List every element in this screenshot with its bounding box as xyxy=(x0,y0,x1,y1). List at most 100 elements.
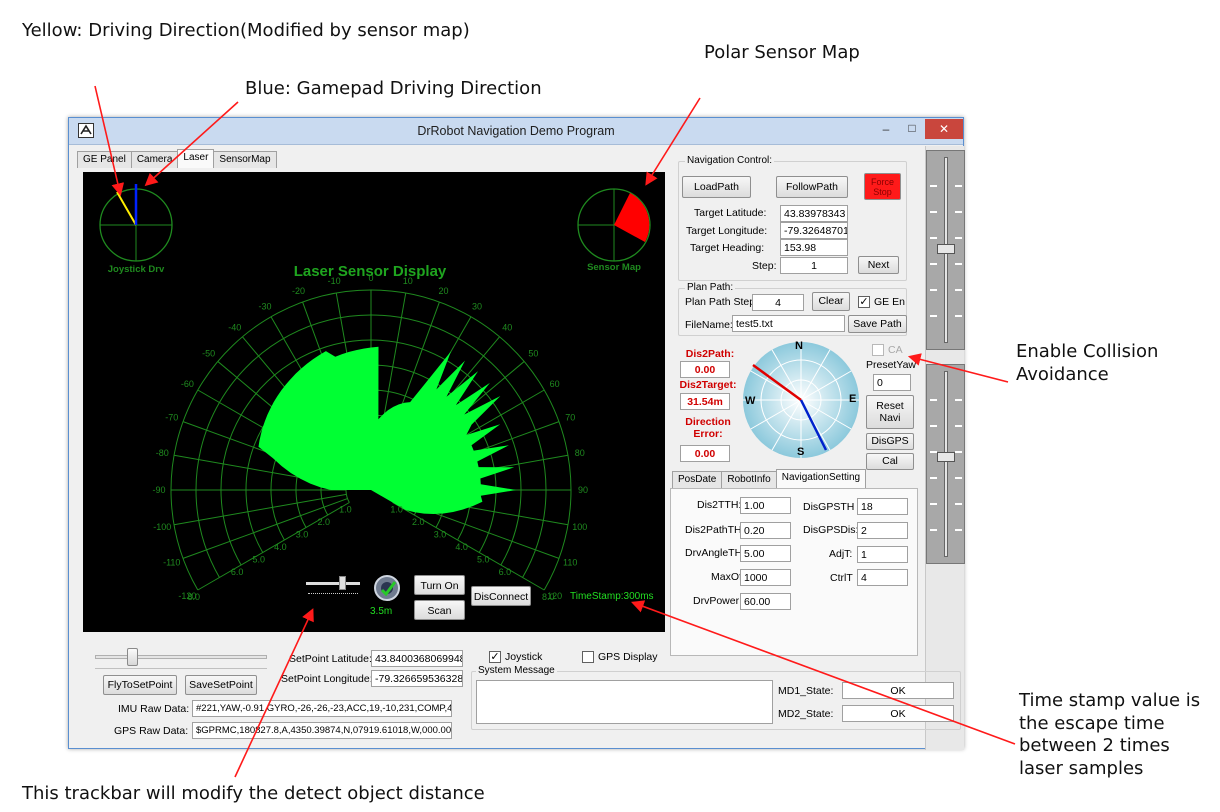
step-label: Step: xyxy=(752,260,777,272)
minimize-button[interactable]: – xyxy=(875,122,897,138)
setting-field-disgpsth[interactable]: 18 xyxy=(857,498,908,515)
distance-label: 6.0 xyxy=(231,567,244,577)
save-setpoint-button[interactable]: SaveSetPoint xyxy=(185,675,257,695)
target-heading-field[interactable]: 153.98 xyxy=(780,239,848,256)
tab-camera[interactable]: Camera xyxy=(130,151,179,168)
turn-on-button[interactable]: Turn On xyxy=(414,575,465,595)
disgps-button[interactable]: DisGPS xyxy=(866,433,914,450)
app-window: DrRobot Navigation Demo Program – □ ✕ GE… xyxy=(68,117,965,750)
setting-field-drvpower[interactable]: 60.00 xyxy=(740,593,791,610)
setting-field-drvangleth[interactable]: 5.00 xyxy=(740,545,791,562)
filename-field[interactable]: test5.txt xyxy=(732,315,845,332)
grid-spoke xyxy=(182,498,348,559)
preset-yaw-label: PresetYaw xyxy=(866,359,916,371)
left-motor-slider-ticks-r xyxy=(955,161,962,341)
joystick-label: Joystick Drv xyxy=(108,264,165,275)
laser-scan-area xyxy=(258,346,516,514)
setting-field-dis2tth[interactable]: 1.00 xyxy=(740,497,791,514)
force-stop-button[interactable]: Force Stop xyxy=(864,173,901,200)
filename-label: FileName: xyxy=(685,319,733,331)
tab-navigationsetting[interactable]: NavigationSetting xyxy=(775,469,867,488)
fly-to-setpoint-button[interactable]: FlyToSetPoint xyxy=(103,675,177,695)
main-tabs: GE Panel Camera Laser SensorMap xyxy=(77,149,277,168)
gps-display-checkbox[interactable] xyxy=(582,651,594,663)
setting-label-dis2tth: Dis2TTH: xyxy=(697,499,742,511)
load-path-button[interactable]: LoadPath xyxy=(682,176,751,198)
setting-field-ctrlt[interactable]: 4 xyxy=(857,569,908,586)
distance-label: 2.0 xyxy=(412,517,425,527)
setpoint-trackbar-thumb[interactable] xyxy=(127,648,138,666)
imu-raw-data-label: IMU Raw Data: xyxy=(118,703,190,715)
setting-label-adjt: AdjT: xyxy=(829,548,853,560)
target-heading-label: Target Heading: xyxy=(690,242,765,254)
tab-posdate[interactable]: PosDate xyxy=(672,471,723,488)
joystick-checkbox[interactable]: ✓ xyxy=(489,651,501,663)
annotation-collision-avoidance: Enable Collision Avoidance xyxy=(1016,341,1159,385)
dis2target-label: Dis2Target: xyxy=(679,379,737,391)
annotation-timestamp: Time stamp value is the escape time betw… xyxy=(1019,690,1201,779)
close-button[interactable]: ✕ xyxy=(925,119,963,139)
dis2target-value: 31.54m xyxy=(680,393,730,410)
tab-laser[interactable]: Laser xyxy=(177,149,215,168)
tab-ge-panel[interactable]: GE Panel xyxy=(77,151,132,168)
maximize-button[interactable]: □ xyxy=(901,121,923,137)
target-latitude-field[interactable]: 43.83978343 xyxy=(780,205,848,222)
follow-path-button[interactable]: FollowPath xyxy=(776,176,848,198)
setpoint-trackbar[interactable] xyxy=(95,648,267,672)
distance-label: 6.0 xyxy=(499,567,512,577)
right-motor-slider-thumb[interactable] xyxy=(937,452,955,462)
setting-field-adjt[interactable]: 1 xyxy=(857,546,908,563)
ge-en-label: GE En xyxy=(874,296,905,308)
imu-raw-data-field[interactable]: #221,YAW,-0.91,GYRO,-26,-26,-23,ACC,19,-… xyxy=(192,700,452,717)
distance-label: 4.0 xyxy=(455,542,468,552)
scan-button[interactable]: Scan xyxy=(414,600,465,620)
system-message-box[interactable] xyxy=(476,680,773,724)
range-trackbar-thumb[interactable] xyxy=(339,576,346,590)
disconnect-button[interactable]: DisConnect xyxy=(471,586,531,606)
setting-field-maxoff[interactable]: 1000 xyxy=(740,569,791,586)
range-trackbar[interactable] xyxy=(306,576,360,600)
joystick-label-text: Joystick xyxy=(505,651,543,663)
distance-label: 3.0 xyxy=(296,530,309,540)
plan-path-step-field[interactable]: 4 xyxy=(752,294,804,311)
setting-field-disgpsdis[interactable]: 2 xyxy=(857,522,908,539)
distance-label: 4.0 xyxy=(274,542,287,552)
setpoint-latitude-field[interactable]: 43.8400368069948 xyxy=(371,650,463,667)
compass: N S E W xyxy=(741,340,861,460)
md2-state-field: OK xyxy=(842,705,954,722)
plan-path-step-label: Plan Path Step: xyxy=(685,296,758,308)
ge-en-checkbox[interactable]: ✓ xyxy=(858,296,870,308)
ca-checkbox[interactable] xyxy=(872,344,884,356)
target-longitude-field[interactable]: -79.32648701 xyxy=(780,222,848,239)
reset-navi-button[interactable]: Reset Navi xyxy=(866,395,914,429)
step-field[interactable]: 1 xyxy=(780,257,848,274)
joystick-indicator xyxy=(99,184,173,262)
setpoint-longitude-field[interactable]: -79.3266595363285 xyxy=(371,670,463,687)
angle-label: 30 xyxy=(472,301,482,311)
angle-label: 80 xyxy=(575,448,585,458)
right-motor-slider[interactable] xyxy=(926,364,965,564)
annotation-yellow-direction: Yellow: Driving Direction(Modified by se… xyxy=(22,20,470,41)
next-button[interactable]: Next xyxy=(858,256,899,274)
tab-robotinfo[interactable]: RobotInfo xyxy=(721,471,777,488)
angle-label: -50 xyxy=(202,349,215,359)
setting-label-disgpsdis: DisGPSDis: xyxy=(803,524,859,536)
angle-label: 90 xyxy=(578,485,588,495)
gps-raw-data-field[interactable]: $GPRMC,180827.8,A,4350.39874,N,07919.610… xyxy=(192,722,452,739)
setting-field-dis2pathth[interactable]: 0.20 xyxy=(740,522,791,539)
preset-yaw-field[interactable]: 0 xyxy=(873,374,911,391)
clear-button[interactable]: Clear xyxy=(812,292,850,311)
cal-button[interactable]: Cal xyxy=(866,453,914,470)
setpoint-longitude-label: SetPoint Longitude: xyxy=(281,673,373,685)
navigation-control-title: Navigation Control: xyxy=(685,155,775,166)
left-motor-slider[interactable] xyxy=(926,150,965,350)
angle-label: -80 xyxy=(156,448,169,458)
right-motor-slider-ticks-l xyxy=(930,375,937,555)
sensor-map-sector xyxy=(614,193,650,242)
left-motor-slider-thumb[interactable] xyxy=(937,244,955,254)
tab-sensormap[interactable]: SensorMap xyxy=(213,151,277,168)
plan-path-title: Plan Path: xyxy=(685,282,736,293)
dis2path-label: Dis2Path: xyxy=(685,348,735,360)
save-path-button[interactable]: Save Path xyxy=(848,315,907,333)
setpoint-trackbar-rail xyxy=(95,655,267,659)
